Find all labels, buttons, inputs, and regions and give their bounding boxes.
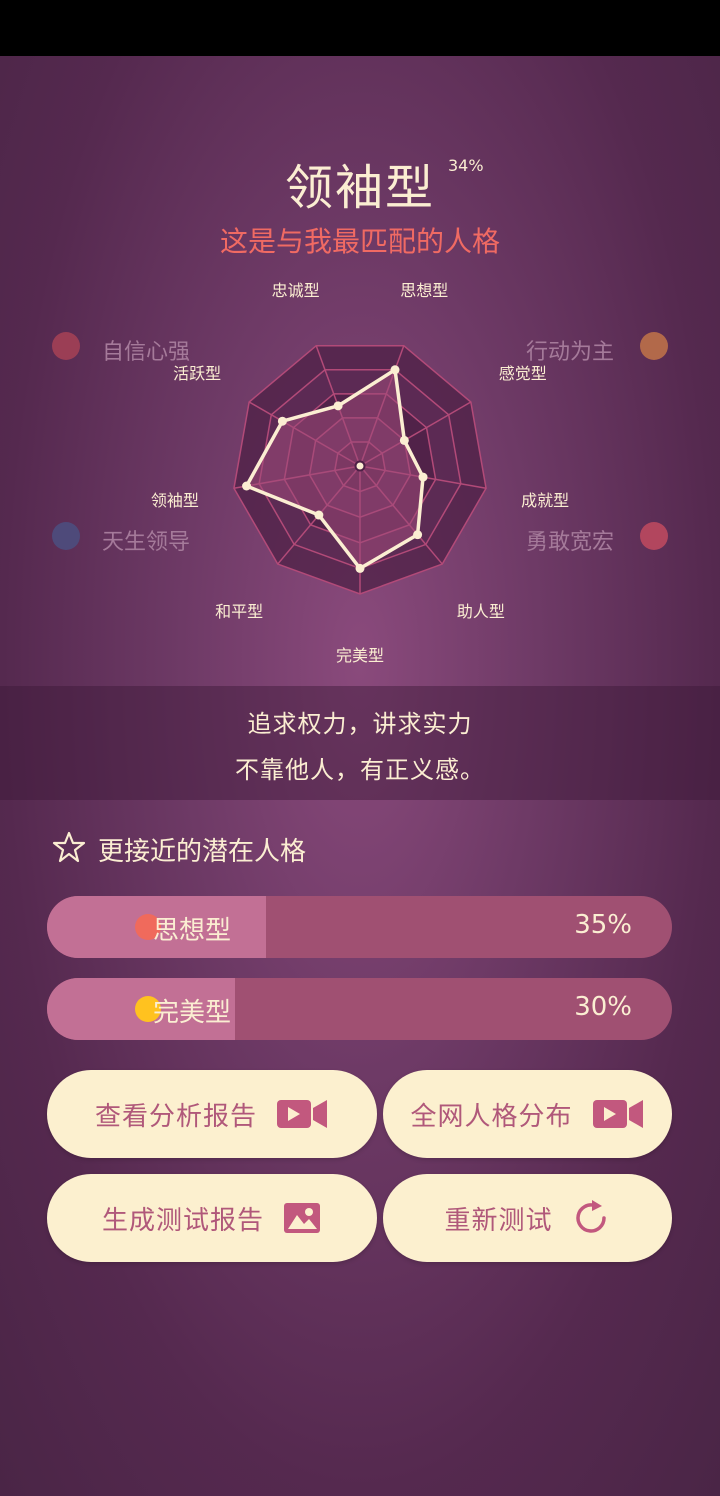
- potential-heading: 更接近的潜在人格: [52, 830, 306, 868]
- radar-center: [354, 460, 366, 472]
- description-line-1: 追求权力，讲求实力: [247, 710, 473, 738]
- radar-data-point: [418, 472, 428, 482]
- video-icon: [591, 1096, 645, 1132]
- radar-axis-label: 助人型: [456, 602, 505, 622]
- radar-data-point: [333, 401, 343, 411]
- generate-report-label: 生成测试报告: [101, 1205, 264, 1236]
- radar-data-point: [413, 530, 423, 540]
- video-icon: [275, 1096, 329, 1132]
- potential-percent: 35%: [574, 910, 632, 940]
- status-bar: [0, 0, 720, 56]
- analysis-report-button[interactable]: 查看分析报告: [47, 1070, 377, 1158]
- radar-data-point: [399, 435, 409, 445]
- star-icon: [52, 830, 86, 868]
- radar-axis-label: 思想型: [400, 281, 449, 301]
- result-page: 领袖型 34% 这是与我最匹配的人格 自信心强 行动为主 天生领导 勇敢宽宏 思…: [0, 56, 720, 1496]
- radar-axis-label: 活跃型: [173, 364, 222, 383]
- radar-axis-label: 领袖型: [150, 490, 199, 510]
- radar-axis-label: 感觉型: [498, 364, 547, 383]
- distribution-label: 全网人格分布: [410, 1101, 573, 1132]
- radar-axis-label: 完美型: [335, 646, 385, 665]
- retest-label: 重新测试: [444, 1205, 553, 1236]
- radar-axis-label: 忠诚型: [271, 281, 320, 301]
- radar-axis-label: 成就型: [521, 490, 570, 510]
- distribution-button[interactable]: 全网人格分布: [383, 1070, 672, 1158]
- radar-data-point: [314, 510, 324, 520]
- radar-chart: [233, 344, 487, 595]
- radar-data-point: [277, 416, 287, 426]
- potential-bar-1[interactable]: 思想型 35%: [47, 896, 672, 958]
- potential-name: 思想型: [153, 916, 232, 946]
- analysis-report-label: 查看分析报告: [94, 1101, 257, 1132]
- radar-data-point: [242, 481, 252, 491]
- radar-data-point: [355, 563, 365, 573]
- radar-axis-label: 和平型: [215, 602, 264, 622]
- retest-button[interactable]: 重新测试: [383, 1174, 672, 1262]
- potential-heading-label: 更接近的潜在人格: [98, 836, 307, 867]
- description-band: 追求权力，讲求实力 不靠他人，有正义感。: [0, 686, 720, 800]
- image-icon: [282, 1200, 322, 1236]
- generate-report-button[interactable]: 生成测试报告: [47, 1174, 377, 1262]
- potential-percent: 30%: [574, 992, 632, 1022]
- description-line-2: 不靠他人，有正义感。: [235, 756, 485, 784]
- refresh-icon: [571, 1198, 611, 1238]
- radar-data-point: [390, 365, 400, 375]
- potential-name: 完美型: [153, 998, 232, 1028]
- potential-bar-2[interactable]: 完美型 30%: [47, 978, 672, 1040]
